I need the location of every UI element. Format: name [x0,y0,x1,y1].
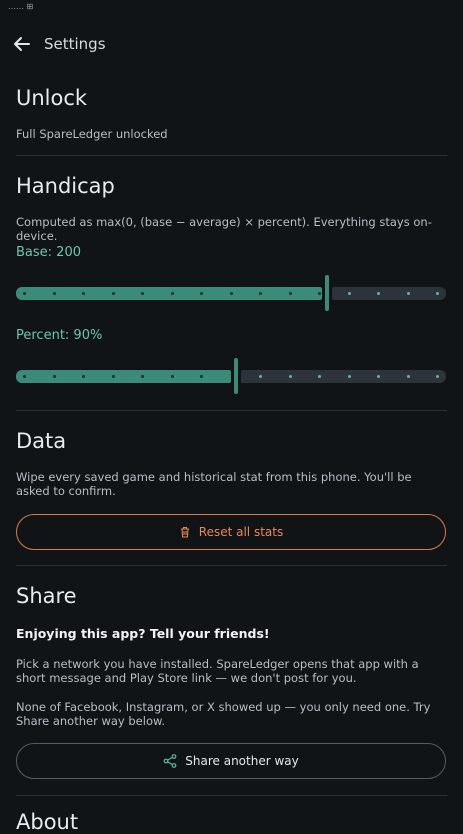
data-description: Wipe every saved game and historical sta… [16,470,412,498]
slider-tick [407,292,410,295]
slider-tick [377,292,380,295]
share-tagline: Enjoying this app? Tell your friends! [16,626,270,641]
slider-tick [348,375,351,378]
handicap-description: Computed as max(0, (base − average) × pe… [16,215,432,243]
slider-tick [141,292,144,295]
page-title: Settings [44,35,106,53]
about-heading: About [16,810,79,834]
slider-tick [141,375,144,378]
slider-tick [259,375,262,378]
slider-tick [200,375,203,378]
status-bar: …… ⊞ [0,0,463,14]
slider-tick [407,375,410,378]
handicap-heading: Handicap [16,174,115,198]
slider-tick [436,375,439,378]
slider-tick [348,292,351,295]
reset-all-stats-button[interactable]: Reset all stats [16,514,446,550]
slider-thumb[interactable] [234,358,238,394]
slider-tick [171,375,174,378]
slider-tick [377,375,380,378]
slider-tick [23,292,26,295]
base-slider[interactable] [16,275,446,311]
slider-tick [23,375,26,378]
unlock-heading: Unlock [16,86,88,110]
slider-tick [289,375,292,378]
slider-tick [82,375,85,378]
slider-tick [112,375,115,378]
share-heading: Share [16,584,77,608]
unlock-status: Full SpareLedger unlocked [16,127,168,141]
slider-tick [289,292,292,295]
slider-tick [318,375,321,378]
slider-tick [53,292,56,295]
divider [16,410,447,411]
slider-inactive-track [241,370,446,383]
slider-tick [82,292,85,295]
slider-tick [318,292,321,295]
back-arrow-icon[interactable] [12,34,32,54]
slider-tick [230,292,233,295]
share-fallback: None of Facebook, Instagram, or X showed… [16,700,431,728]
slider-tick [259,292,262,295]
slider-active-track [16,370,231,383]
slider-active-track [16,287,322,300]
divider [16,795,447,796]
status-text: …… ⊞ [8,2,34,11]
divider [16,565,447,566]
divider [16,155,447,156]
slider-tick [200,292,203,295]
slider-thumb[interactable] [325,275,329,311]
base-label: Base: 200 [16,245,81,260]
percent-label: Percent: 90% [16,328,103,343]
share-info: Pick a network you have installed. Spare… [16,657,419,685]
share-icon [163,754,177,768]
share-another-way-button[interactable]: Share another way [16,743,446,779]
slider-tick [112,292,115,295]
data-heading: Data [16,429,67,453]
percent-slider[interactable] [16,358,446,394]
trash-icon [180,526,189,538]
top-app-bar: Settings [0,26,463,62]
slider-tick [53,375,56,378]
reset-button-label: Reset all stats [198,525,284,539]
slider-tick [171,292,174,295]
slider-tick [436,292,439,295]
share-button-label: Share another way [185,754,299,768]
